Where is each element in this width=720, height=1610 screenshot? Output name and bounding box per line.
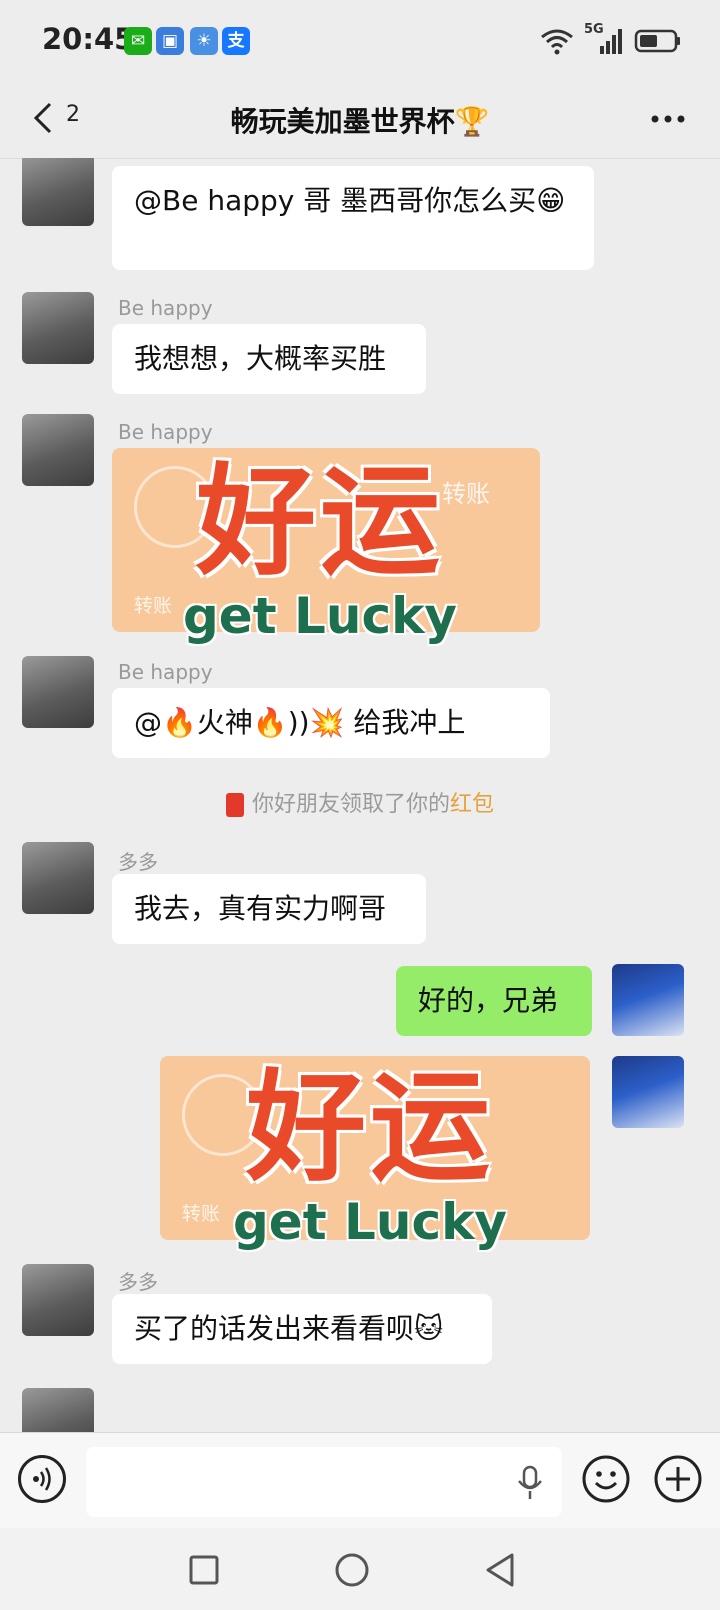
message-text: 好的，兄弟 [418, 984, 559, 1017]
cellular-signal-icon: 5G [584, 22, 624, 56]
good-luck-sticker: 好运 get Lucky [200, 1059, 540, 1251]
system-notice: 你好朋友领取了你的红包 [0, 786, 720, 818]
avatar[interactable] [22, 1388, 94, 1432]
avatar[interactable] [22, 1264, 94, 1336]
emoji-icon[interactable] [580, 1453, 632, 1505]
sticker-english-text: get Lucky [233, 1193, 507, 1251]
sticker-chinese-text: 好运 [246, 1059, 494, 1198]
wifi-icon [541, 29, 573, 55]
message-list[interactable]: @Be happy 哥 墨西哥你怎么买😁 Be happy 我想想，大概率买胜 … [0, 158, 720, 1432]
system-notice-text: 你好朋友领取了你的 [251, 792, 450, 817]
sender-nickname: Be happy [118, 420, 213, 444]
avatar[interactable] [22, 414, 94, 486]
red-packet-link[interactable]: 红包 [450, 792, 494, 817]
wechat-app-icon: ✉ [124, 27, 152, 55]
calendar-app-icon: ▣ [156, 27, 184, 55]
voice-toggle-icon[interactable] [18, 1455, 66, 1503]
microphone-icon[interactable] [516, 1465, 544, 1501]
red-packet-icon [225, 793, 244, 817]
message-input[interactable] [86, 1447, 562, 1517]
battery-icon [634, 29, 680, 53]
status-time: 20:45 [42, 22, 135, 56]
good-luck-sticker: 好运 get Lucky [150, 453, 490, 645]
message-bubble[interactable]: 我想想，大概率买胜 [112, 324, 426, 394]
sticker-english-text: get Lucky [183, 587, 457, 645]
add-more-icon[interactable] [652, 1453, 704, 1505]
status-right-icons: 5G [540, 22, 682, 58]
chat-header: 2 畅玩美加墨世界杯🏆 [0, 84, 720, 159]
input-bar [0, 1432, 720, 1529]
message-bubble[interactable]: @🔥火神🔥))💥 给我冲上 [112, 688, 550, 758]
avatar[interactable] [22, 842, 94, 914]
more-options-icon[interactable] [650, 114, 686, 124]
my-avatar[interactable] [612, 1056, 684, 1128]
avatar[interactable] [22, 292, 94, 364]
weather-app-icon: ☀ [190, 27, 218, 55]
sender-nickname: Be happy [118, 660, 213, 684]
my-avatar[interactable] [612, 964, 684, 1036]
message-bubble[interactable]: 我去，真有实力啊哥 [112, 874, 426, 944]
message-bubble[interactable]: 买了的话发出来看看呗🐱 [112, 1294, 492, 1364]
home-icon[interactable] [332, 1550, 372, 1590]
message-bubble[interactable]: @Be happy 哥 墨西哥你怎么买😁 [112, 166, 594, 270]
message-text: @🔥火神🔥))💥 给我冲上 [134, 706, 466, 739]
my-message-bubble[interactable]: 好的，兄弟 [396, 966, 592, 1036]
recent-apps-icon[interactable] [184, 1550, 224, 1590]
back-triangle-icon[interactable] [480, 1550, 520, 1590]
message-text: @Be happy 哥 墨西哥你怎么买😁 [134, 184, 566, 217]
message-text: 买了的话发出来看看呗🐱 [134, 1312, 444, 1345]
message-text: 我想想，大概率买胜 [134, 342, 387, 375]
avatar[interactable] [22, 158, 94, 226]
system-navigation-bar [0, 1528, 720, 1610]
sender-nickname: 多多 [118, 850, 158, 874]
status-bar: 20:45 ✉ ▣ ☀ 支 5G [0, 0, 720, 84]
avatar[interactable] [22, 656, 94, 728]
alipay-app-icon: 支 [222, 27, 250, 55]
sticker-chinese-text: 好运 [196, 453, 444, 592]
sender-nickname: 多多 [118, 1270, 158, 1294]
message-text: 我去，真有实力啊哥 [134, 892, 387, 925]
sender-nickname: Be happy [118, 296, 213, 320]
chat-title: 畅玩美加墨世界杯🏆 [230, 105, 490, 138]
